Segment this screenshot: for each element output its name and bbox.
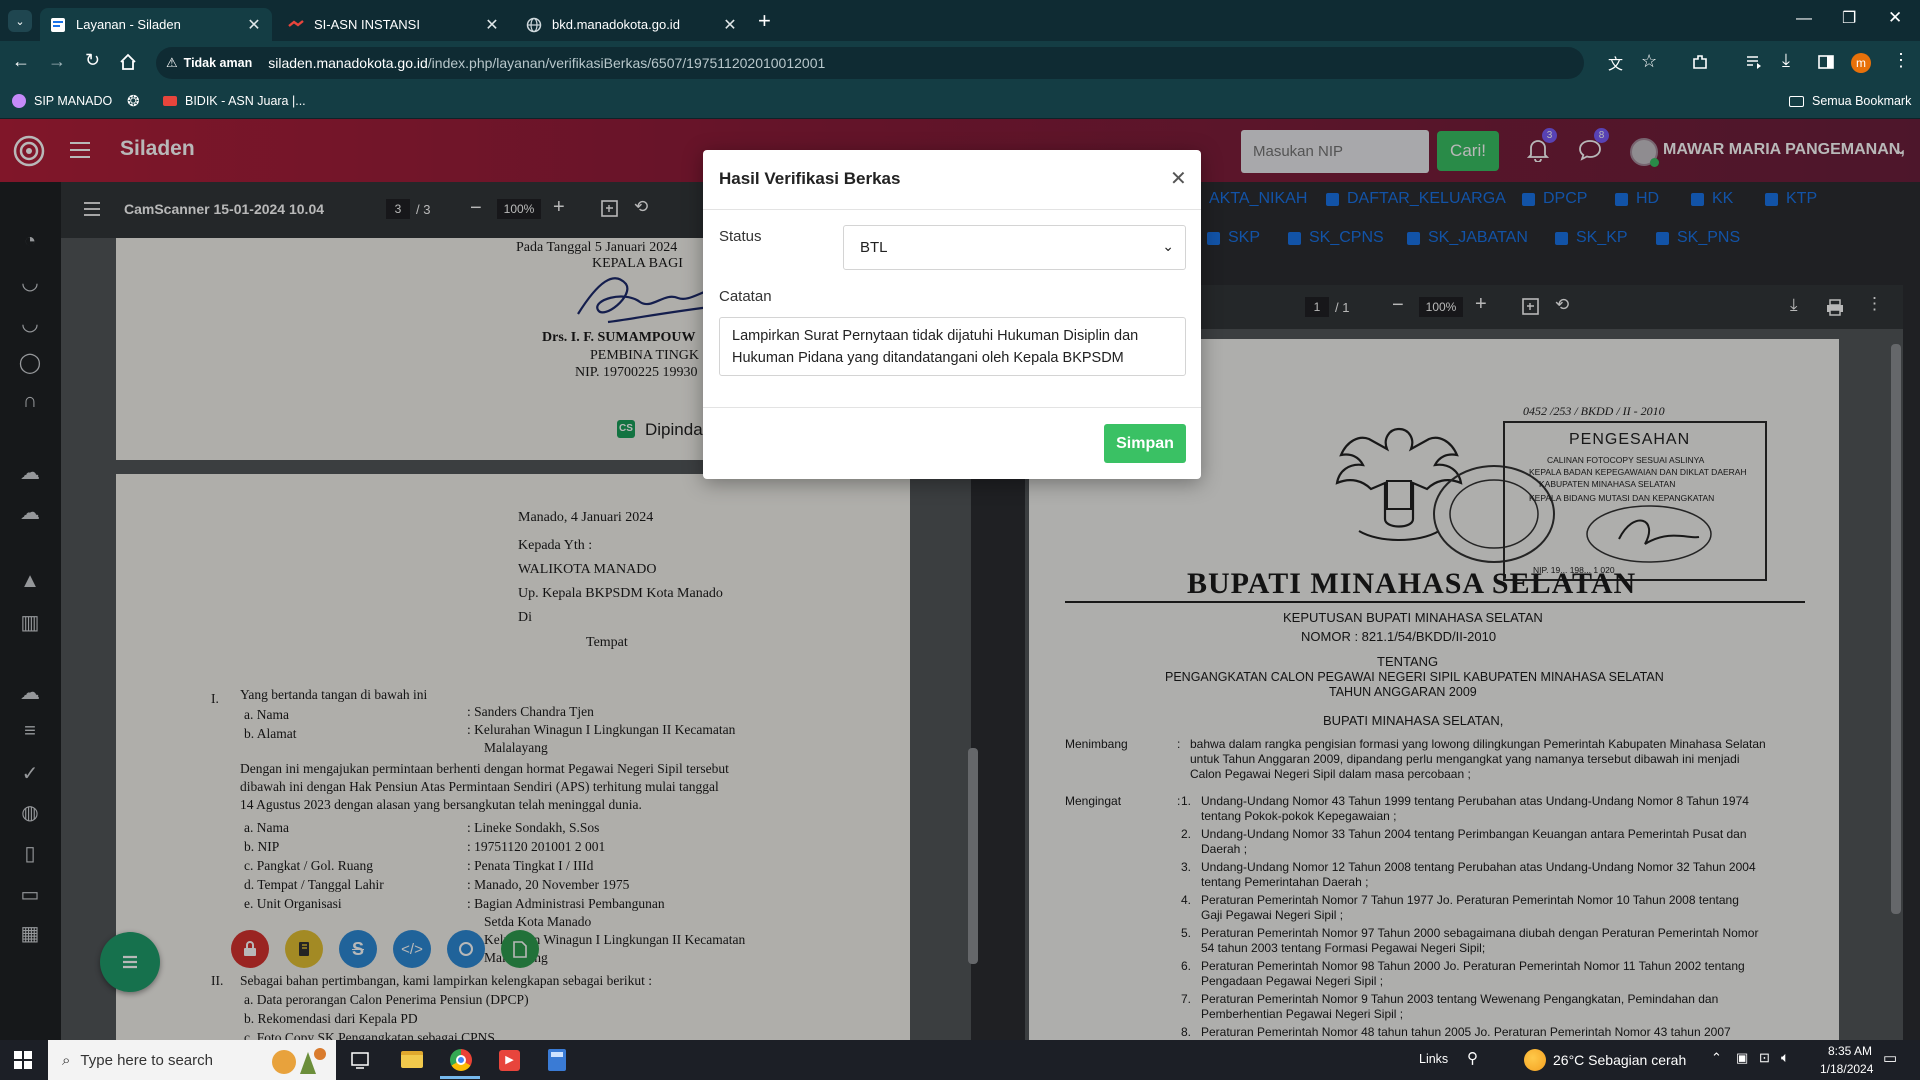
url-path: /index.php/layanan/verifikasiBerkas/6507… [427,55,826,71]
home-icon[interactable] [119,53,137,71]
extensions-icon[interactable] [1691,53,1709,71]
volume-icon[interactable]: 🔈︎ [1781,1049,1789,1066]
clock-date[interactable]: 1/18/2024 [1820,1062,1873,1076]
chrome-center [456,1055,466,1065]
tray-chevron-icon[interactable]: ⌃ [1711,1050,1722,1066]
folder-icon [1789,95,1804,107]
tab-bkd-manadokota[interactable]: bkd.manadokota.go.id ✕ [516,8,748,41]
reload-icon[interactable]: ↻ [85,50,100,71]
status-label: Status [719,228,762,245]
windows-start-icon[interactable] [14,1051,32,1069]
chevron-down-icon: ⌄ [1162,238,1174,254]
media-control-icon[interactable] [1745,53,1763,71]
tab-layanan-siladen[interactable]: Layanan - Siladen ✕ [40,8,272,41]
note-textarea-value: Lampirkan Surat Pernytaan tidak dijatuhi… [732,328,1139,366]
note-label: Catatan [719,288,772,305]
modal-footer-divider [703,407,1201,408]
bookmark-star-icon[interactable]: ☆ [1641,51,1657,72]
tab-title: Layanan - Siladen [76,17,181,32]
warning-icon: ⚠ [166,55,178,70]
taskbar-active-indicator [440,1076,480,1079]
all-bookmarks[interactable]: Semua Bookmark [1789,90,1911,112]
weather-text[interactable]: 26°C Sebagian cerah [1553,1052,1686,1068]
close-tab-icon[interactable]: ✕ [484,15,500,35]
people-icon[interactable]: ⚲ [1467,1049,1478,1067]
task-view-icon[interactable] [351,1050,369,1070]
anydesk-icon[interactable]: ▶ [499,1050,520,1071]
bookmark-label: SIP MANADO [34,94,113,108]
network-icon[interactable]: ⊡ [1759,1050,1770,1066]
taskbar-search-placeholder: Type here to search [80,1051,213,1069]
forward-icon[interactable]: → [48,51,66,72]
modal-close-button[interactable]: ✕ [1170,166,1187,191]
tray-app-icon[interactable]: ▣ [1736,1050,1748,1066]
translate-icon[interactable]: 文 [1608,53,1623,74]
minimize-window-button[interactable]: — [1796,10,1812,28]
side-panel-icon[interactable] [1817,53,1835,71]
notification-center-icon[interactable]: ▭ [1883,1049,1897,1067]
tab-title: SI-ASN INSTANSI [314,17,420,32]
weather-icon [1524,1049,1546,1071]
status-select[interactable]: BTL ⌄ [843,225,1186,270]
back-icon[interactable]: ← [12,51,30,72]
siladen-favicon [51,17,65,32]
restore-window-button[interactable]: ❐ [1842,8,1856,28]
taskbar-links[interactable]: Links [1419,1052,1448,1066]
note-textarea[interactable]: Lampirkan Surat Pernytaan tidak dijatuhi… [719,317,1186,376]
clock-time[interactable]: 8:35 AM [1828,1044,1872,1058]
modal-header-divider [703,209,1201,210]
security-label: Tidak aman [183,56,253,70]
globe-icon: ❂ [127,93,140,110]
profile-avatar[interactable]: m [1851,53,1871,73]
bookmark-label: Semua Bookmark [1812,94,1912,108]
calculator-screen [551,1052,563,1057]
download-icon[interactable]: ⤓ [1782,50,1790,71]
bookmark-globe-icon[interactable]: ❂ [127,90,140,112]
new-tab-button[interactable]: + [758,8,771,34]
close-tab-icon[interactable]: ✕ [722,15,738,35]
search-icon: ⌕ [62,1051,71,1069]
modal-title: Hasil Verifikasi Berkas [719,169,901,188]
chrome-icon[interactable] [450,1049,472,1071]
bidik-icon [163,96,177,106]
close-window-button[interactable]: ✕ [1888,8,1902,28]
tab-search-button[interactable]: ⌄ [8,10,32,32]
status-select-value: BTL [860,239,888,256]
save-button[interactable]: Simpan [1104,424,1186,463]
verification-result-modal: Hasil Verifikasi Berkas ✕ Status BTL ⌄ C… [703,150,1201,479]
bookmark-bidik[interactable]: BIDIK - ASN Juara |... [163,90,306,112]
sip-manado-icon [12,94,26,108]
address-bar[interactable]: ⚠ Tidak aman siladen.manadokota.go.id/in… [156,47,1584,79]
calculator-icon[interactable] [548,1049,566,1071]
tab-si-asn-instansi[interactable]: SI-ASN INSTANSI ✕ [278,8,510,41]
bookmark-sip-manado[interactable]: SIP MANADO [12,90,112,112]
save-button-label: Simpan [1116,434,1174,452]
tab-title: bkd.manadokota.go.id [552,17,680,32]
si-asn-favicon [288,19,304,27]
globe-favicon [526,17,542,32]
bookmark-label: BIDIK - ASN Juara |... [185,94,306,108]
url-host: siladen.manadokota.go.id [268,55,428,71]
search-highlight-image [272,1048,326,1074]
file-explorer-icon[interactable] [401,1051,423,1068]
browser-menu-icon[interactable]: ⋮ [1892,50,1910,71]
profile-initial: m [1856,56,1866,70]
close-tab-icon[interactable]: ✕ [246,15,262,35]
